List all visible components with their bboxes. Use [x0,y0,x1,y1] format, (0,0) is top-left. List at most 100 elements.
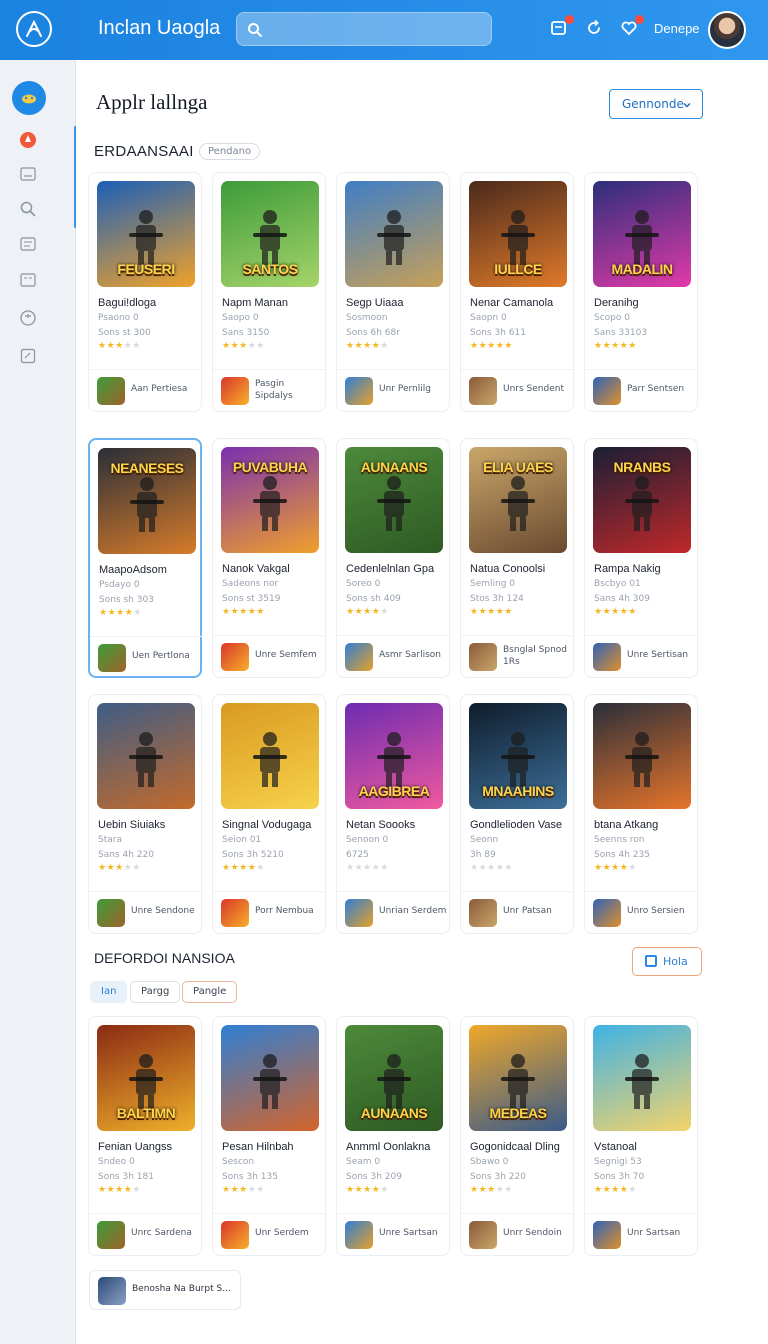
sidebar-item-activity[interactable] [18,308,38,328]
section-tag[interactable]: Pendano [199,143,261,160]
game-cover-image[interactable]: PUVABUHA [221,447,319,553]
game-card[interactable]: BALTIMN Fenian Uangss Sndeo 0 Sons 3h 181 ★★… [88,1016,202,1256]
app-logo-icon[interactable] [16,11,52,47]
game-cover-image[interactable]: AUNAANS [345,1025,443,1131]
game-card[interactable]: Vstanoal Segnigi 53 Sons 3h 70 ★★★★★ Unr Sar… [584,1016,698,1256]
game-title[interactable]: btana Atkang [594,819,658,831]
card-action-row[interactable]: Parr Sentsen [585,369,697,411]
card-action-row[interactable]: Unre Sartsan [337,1213,449,1255]
card-action-row[interactable]: Unre Sertisan [585,635,697,677]
sidebar-item-trending[interactable] [18,130,38,150]
card-action-row[interactable]: Unr Pernlilg [337,369,449,411]
game-title[interactable]: Cedenlelnlan Gpa [346,563,434,575]
game-title[interactable]: Gondlelioden Vase [470,819,562,831]
sidebar-item-tasks[interactable] [18,346,38,366]
game-cover-image[interactable] [593,1025,691,1131]
avatar[interactable] [708,11,746,49]
game-cover-image[interactable] [593,703,691,809]
game-card[interactable]: NRANBS Rampa Nakig Bscbyo 01 Sans 4h 309 ★★★… [584,438,698,678]
game-title[interactable]: Fenian Uangss [98,1141,172,1153]
card-action-row[interactable]: Unrs Sendent [461,369,573,411]
sidebar-item-search[interactable] [18,199,38,219]
game-card[interactable]: btana Atkang Seenns ron Sons 4h 235 ★★★★★ Un… [584,694,698,934]
card-action-row[interactable]: Unr Patsan [461,891,573,933]
game-card[interactable]: IULLCE Nenar Camanola Saopn 0 Sons 3h 611 ★★… [460,172,574,412]
search-bar[interactable] [236,12,492,46]
card-action-row[interactable]: Unrr Sendoin [461,1213,573,1255]
game-title[interactable]: Deranihg [594,297,639,309]
game-cover-image[interactable]: SANTOS [221,181,319,287]
card-action-row[interactable]: Asmr Sarlison [337,635,449,677]
card-action-row[interactable]: Uen Pertlona [90,636,202,678]
game-title[interactable]: Singnal Vodugaga [222,819,311,831]
game-title[interactable]: Pesan Hilnbah [222,1141,294,1153]
filter-chip-3[interactable]: Pangle [182,981,238,1003]
game-title[interactable]: Anmml Oonlakna [346,1141,430,1153]
card-action-row[interactable]: Aan Pertiesa [89,369,201,411]
game-card[interactable]: MEDEAS Gogonidcaal Dling Sbawo 0 Sons 3h 22… [460,1016,574,1256]
game-card[interactable]: FEUSERI Bagui!dloga Psaono 0 Sons st 300 ★★★… [88,172,202,412]
game-title[interactable]: MaapoAdsom [99,564,167,576]
game-cover-image[interactable]: AAGIBREA [345,703,443,809]
game-title[interactable]: Uebin Siuiaks [98,819,165,831]
game-cover-image[interactable] [221,1025,319,1131]
sidebar-item-home[interactable] [12,81,46,115]
game-title[interactable]: Gogonidcaal Dling [470,1141,560,1153]
username[interactable]: Denepe [654,21,700,36]
game-cover-image[interactable]: IULLCE [469,181,567,287]
game-title[interactable]: Napm Manan [222,297,288,309]
game-cover-image[interactable] [97,703,195,809]
inbox-icon[interactable] [550,15,574,39]
card-action-row[interactable]: Pasgin Sipdalys [213,369,325,411]
sidebar-item-list[interactable] [18,234,38,254]
game-title[interactable]: Nenar Camanola [470,297,553,309]
card-action-row[interactable]: Bsnglal Spnod 1Rs [461,635,573,677]
game-card[interactable]: NEANESES MaapoAdsom Psdayo 0 Sons sh 303 ★★★… [88,438,202,678]
game-card[interactable]: Pesan Hilnbah Sescon Sons 3h 135 ★★★★★ Unr S… [212,1016,326,1256]
game-card[interactable]: Segp Uiaaa Sosmoon Sons 6h 68r ★★★★★ Unr Per… [336,172,450,412]
search-input[interactable] [271,13,485,45]
game-cover-image[interactable]: NRANBS [593,447,691,553]
card-action-row[interactable]: Unr Serdem [213,1213,325,1255]
card-action-row[interactable]: Unre Semfem [213,635,325,677]
game-cover-image[interactable]: NEANESES [98,448,196,554]
game-title[interactable]: Bagui!dloga [98,297,156,309]
game-cover-image[interactable]: ELIA UAES [469,447,567,553]
sort-dropdown[interactable]: Gennonde [609,89,703,119]
game-title[interactable]: Natua Conoolsi [470,563,545,575]
game-title[interactable]: Netan Soooks [346,819,415,831]
card-action-row[interactable]: Unro Sersien [585,891,697,933]
game-cover-image[interactable]: MEDEAS [469,1025,567,1131]
game-card[interactable]: Singnal Vodugaga Seion 01 Sons 3h 5210 ★★★★… [212,694,326,934]
card-action-row[interactable]: Unr Sartsan [585,1213,697,1255]
filter-chip-2[interactable]: Pargg [130,981,181,1003]
game-cover-image[interactable] [221,703,319,809]
footer-tile[interactable]: Benosha Na Burpt S... [89,1270,241,1310]
game-card[interactable]: MNAAHINS Gondlelioden Vase Seonn 3h 89 ★★★★★… [460,694,574,934]
game-card[interactable]: AUNAANS Anmml Oonlakna Seam 0 Sons 3h 209 ★★… [336,1016,450,1256]
game-title[interactable]: Rampa Nakig [594,563,661,575]
game-title[interactable]: Vstanoal [594,1141,637,1153]
game-cover-image[interactable]: FEUSERI [97,181,195,287]
game-cover-image[interactable]: MADALIN [593,181,691,287]
card-action-row[interactable]: Porr Nembua [213,891,325,933]
favorites-icon[interactable] [620,15,644,39]
game-title[interactable]: Segp Uiaaa [346,297,404,309]
refresh-icon[interactable] [585,19,605,39]
game-cover-image[interactable]: BALTIMN [97,1025,195,1131]
game-card[interactable]: AUNAANS Cedenlelnlan Gpa Soreo 0 Sons sh 40… [336,438,450,678]
game-card[interactable]: Uebin Siuiaks Stara Sans 4h 220 ★★★★★ Unre S… [88,694,202,934]
card-action-row[interactable]: Unrian Serdem [337,891,449,933]
game-cover-image[interactable] [345,181,443,287]
game-cover-image[interactable]: AUNAANS [345,447,443,553]
game-card[interactable]: MADALIN Deranihg Scopo 0 Sans 33103 ★★★★★ Par… [584,172,698,412]
game-card[interactable]: ELIA UAES Natua Conoolsi Semling 0 Stos 3h … [460,438,574,678]
game-card[interactable]: PUVABUHA Nanok Vakgal Sadeons nor Sons st 3… [212,438,326,678]
sidebar-item-window[interactable] [18,270,38,290]
game-card[interactable]: SANTOS Napm Manan Saopo 0 Sans 3150 ★★★★★ Pas… [212,172,326,412]
help-button[interactable]: Hola [632,947,702,976]
card-action-row[interactable]: Unrc Sardena [89,1213,201,1255]
game-card[interactable]: AAGIBREA Netan Soooks Senoon 0 6725 ★★★★★ Unr… [336,694,450,934]
filter-chip-1[interactable]: Ian [90,981,128,1003]
game-title[interactable]: Nanok Vakgal [222,563,290,575]
